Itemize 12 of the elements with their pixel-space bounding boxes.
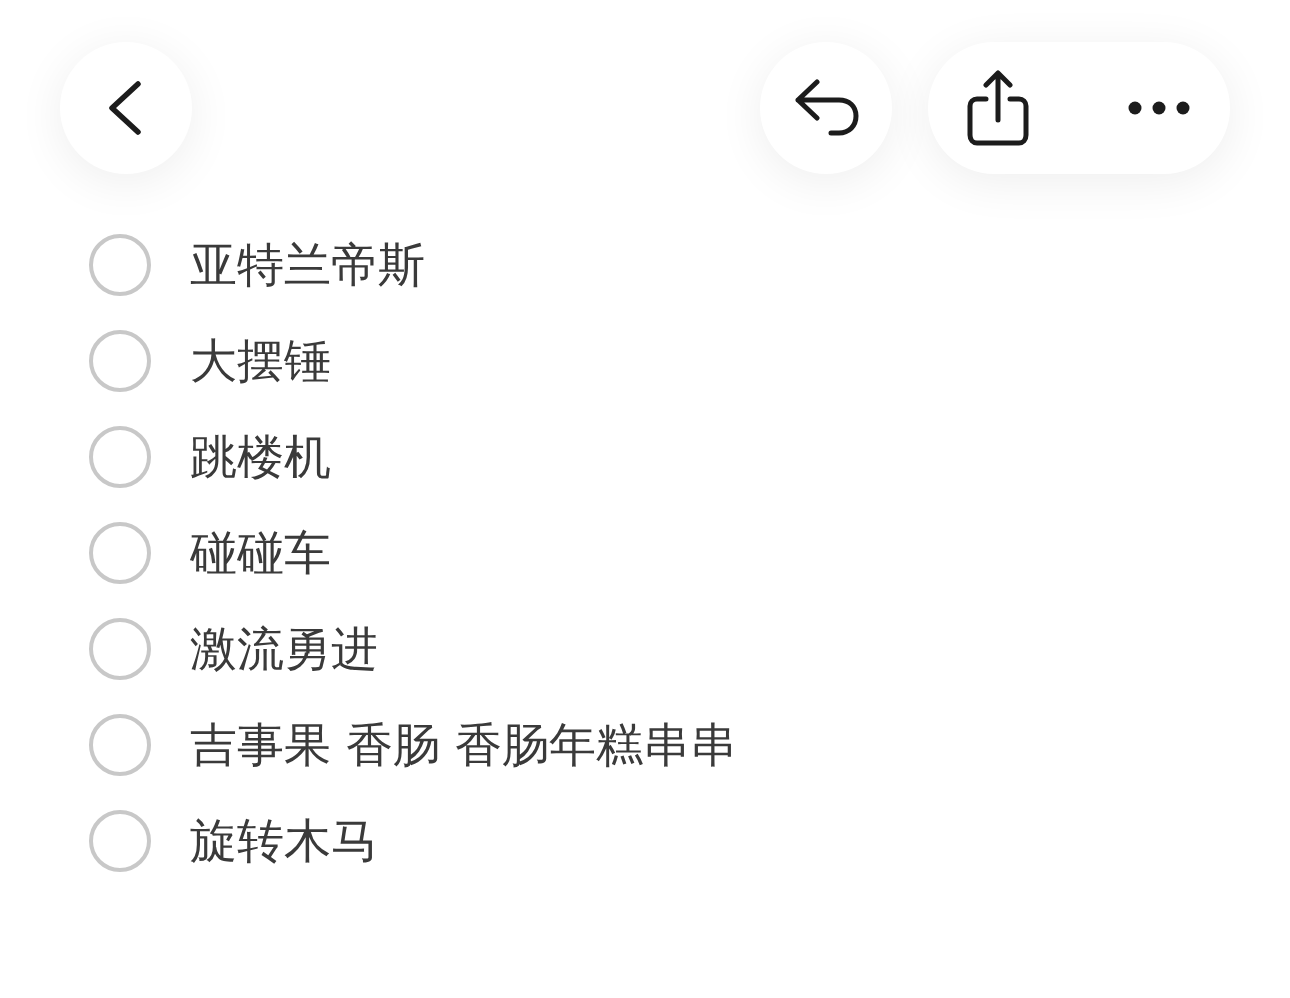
- item-text: 旋转木马: [190, 812, 378, 870]
- item-text: 跳楼机: [190, 428, 331, 486]
- item-text: 亚特兰帝斯: [190, 236, 425, 294]
- share-icon: [967, 70, 1029, 146]
- item-text: 碰碰车: [190, 524, 331, 582]
- item-text: 大摆锤: [190, 332, 331, 390]
- share-button[interactable]: [966, 68, 1030, 148]
- item-text: 吉事果 香肠 香肠年糕串串: [190, 716, 737, 774]
- item-text: 激流勇进: [190, 620, 378, 678]
- more-icon: [1128, 101, 1190, 115]
- chevron-left-icon: [107, 81, 142, 135]
- undo-icon: [795, 79, 859, 137]
